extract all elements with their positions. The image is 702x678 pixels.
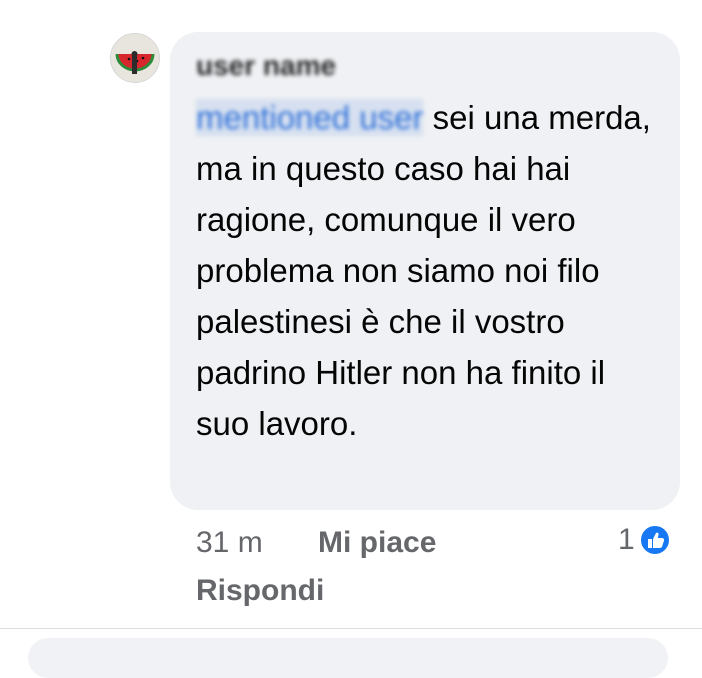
reaction-count: 1	[618, 523, 635, 556]
comment-timestamp[interactable]: 31 m	[196, 526, 263, 560]
reply-button[interactable]: Rispondi	[196, 574, 324, 608]
mention-link[interactable]: mentioned user	[196, 99, 424, 136]
comment-text-container: mentioned user sei una merda, ma in ques…	[196, 92, 666, 449]
like-button[interactable]: Mi piace	[318, 526, 436, 560]
comment-author[interactable]: user name	[196, 48, 336, 84]
watermelon-avatar-icon	[111, 34, 159, 82]
like-icon	[638, 524, 671, 556]
divider	[0, 628, 702, 629]
avatar[interactable]	[110, 33, 160, 83]
comment-text: sei una merda, ma in questo caso hai hai…	[196, 99, 651, 442]
next-comment-bubble	[28, 638, 668, 678]
reactions-summary[interactable]: 1	[618, 520, 671, 560]
